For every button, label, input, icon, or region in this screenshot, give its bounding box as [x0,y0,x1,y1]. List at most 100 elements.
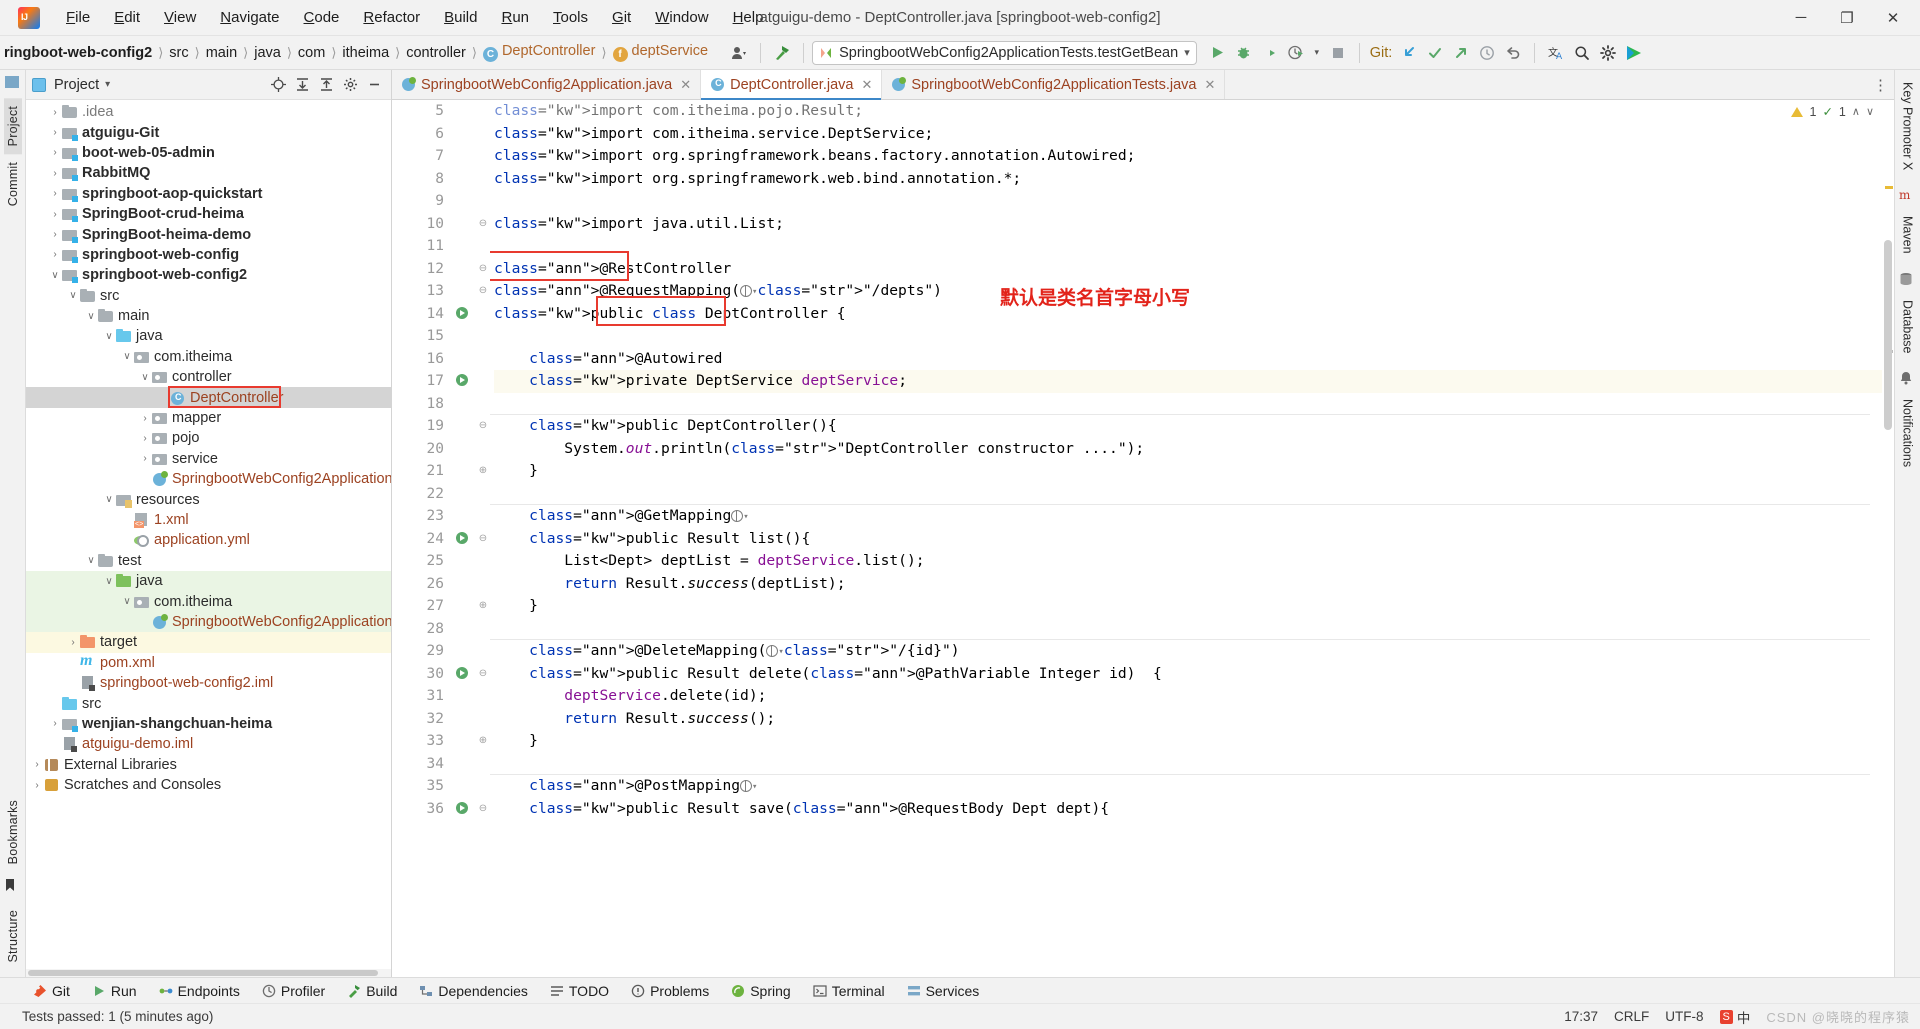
profiler-icon[interactable] [1283,41,1309,65]
breadcrumb-item-field[interactable]: f deptService [609,41,713,64]
tab-dept-controller[interactable]: DeptController.java ✕ [701,70,883,100]
code-line[interactable] [494,235,1882,258]
chevron-up-icon[interactable]: ∧ [1852,105,1860,118]
ime-indicator[interactable]: S 中 [1719,1007,1750,1027]
fold-collapse-icon[interactable]: ⊖ [476,258,490,281]
tree-node[interactable]: ∨ java [26,326,391,346]
sidebar-item-bookmarks[interactable]: Bookmarks [4,792,22,872]
tree-node[interactable]: › atguigu-Git [26,122,391,142]
tree-node[interactable]: ∨ com.itheima [26,591,391,612]
sidebar-item-project[interactable]: Project [3,98,22,155]
run-coverage-icon[interactable] [1257,41,1283,65]
close-icon[interactable]: ✕ [680,77,691,93]
chevron-right-icon[interactable]: › [138,433,152,444]
code-line[interactable] [494,483,1882,506]
code-line[interactable]: class="kw">import org.springframework.we… [494,168,1882,191]
tree-node[interactable]: ∨ com.itheima [26,347,391,367]
tree-node[interactable]: atguigu-demo.iml [26,734,391,754]
chevron-right-icon[interactable]: › [48,249,62,260]
code-line[interactable]: deptService.delete(id); [494,685,1882,708]
sidebar-item-commit[interactable]: Commit [4,154,22,214]
editor-vertical-scrollbar[interactable] [1882,100,1894,977]
chevron-right-icon[interactable]: › [30,780,44,791]
tree-node[interactable]: › RabbitMQ [26,163,391,183]
tree-node[interactable]: › wenjian-shangchuan-heima [26,714,391,734]
tree-node[interactable]: › SpringBoot-heima-demo [26,224,391,244]
tab-springboot-web-config2-application-tests[interactable]: SpringbootWebConfig2ApplicationTests.jav… [882,70,1226,99]
gutter-run-icon[interactable] [450,370,476,393]
sidebar-item-key-promoter[interactable]: Key Promoter X [1899,74,1917,178]
code-line[interactable]: System.out.println(class="str">"DeptCont… [494,438,1882,461]
chevron-right-icon[interactable]: › [138,453,152,464]
tree-node[interactable]: springboot-web-config2.iml [26,673,391,693]
code-line[interactable]: return Result.success(deptList); [494,573,1882,596]
tree-node[interactable]: › service [26,449,391,469]
chevron-right-icon[interactable]: › [138,413,152,424]
avatar-icon[interactable] [726,41,752,65]
chevron-right-icon[interactable]: › [48,147,62,158]
bottom-tool-build[interactable]: Build [336,983,408,999]
line-separator[interactable]: CRLF [1614,1009,1649,1024]
code-line[interactable]: class="kw">public Result delete(class="a… [494,663,1882,686]
menu-git[interactable]: Git [600,4,643,31]
code-line[interactable]: class="kw">import java.util.List; [494,213,1882,236]
code-line[interactable]: class="ann">@DeleteMapping(▾class="str">… [494,640,1882,663]
code-line[interactable]: } [494,460,1882,483]
tree-node[interactable]: › Scratches and Consoles [26,775,391,795]
debug-icon[interactable] [1231,41,1257,65]
git-commit-icon[interactable] [1422,41,1448,65]
chevron-down-icon[interactable]: ∨ [120,351,134,362]
chevron-right-icon[interactable]: › [66,637,80,648]
chevron-down-icon[interactable]: ∨ [48,270,62,281]
maximize-button[interactable]: ❐ [1824,1,1870,35]
breadcrumb[interactable]: ringboot-web-config2 ⟩ src ⟩ main ⟩ java… [0,41,712,64]
code-line[interactable]: } [494,595,1882,618]
chevron-down-icon[interactable]: ∨ [102,331,116,342]
minimize-button[interactable]: ─ [1778,1,1824,35]
breadcrumb-item-class[interactable]: C DeptController [479,41,600,64]
gutter-run-icon[interactable] [450,798,476,821]
code-line[interactable]: class="ann">@GetMapping ▾ [494,505,1882,528]
project-tree[interactable]: › .idea › atguigu-Git › boot-web-05-admin › Rab… [26,100,391,969]
bottom-tool-spring[interactable]: Spring [720,983,801,999]
run-icon[interactable] [1205,41,1231,65]
build-hammer-icon[interactable] [769,41,795,65]
project-settings-icon[interactable] [339,74,361,96]
profiler-dropdown-icon[interactable]: ▾ [1309,41,1325,65]
fold-collapse-icon[interactable]: ⊖ [476,528,490,551]
chevron-down-icon[interactable]: ∨ [84,311,98,322]
menu-edit[interactable]: Edit [102,4,152,31]
breadcrumb-item-itheima[interactable]: itheima [338,43,393,63]
breadcrumb-item-controller[interactable]: controller [402,43,470,63]
tree-node[interactable]: › springboot-web-config [26,245,391,265]
chevron-right-icon[interactable]: › [48,168,62,179]
sidebar-item-structure[interactable]: Structure [4,902,22,971]
tree-node[interactable]: SpringbootWebConfig2Application [26,469,391,489]
warning-stripe[interactable] [1885,186,1893,189]
code-line[interactable]: class="kw">import com.itheima.service.De… [494,123,1882,146]
collapse-all-icon[interactable] [315,74,337,96]
git-rollback-icon[interactable] [1500,41,1526,65]
file-encoding[interactable]: UTF-8 [1665,1009,1703,1024]
tree-node[interactable]: › External Libraries [26,755,391,775]
bottom-tool-profiler[interactable]: Profiler [251,983,336,999]
code-line[interactable] [494,393,1882,416]
git-push-icon[interactable] [1448,41,1474,65]
chevron-down-icon[interactable]: ▾ [1184,46,1190,59]
code-line[interactable]: class="ann">@Autowired [494,348,1882,371]
gutter-marker-column[interactable] [450,100,476,977]
tree-node[interactable]: › .idea [26,102,391,122]
menu-navigate[interactable]: Navigate [208,4,291,31]
breadcrumb-item-java[interactable]: java [250,43,285,63]
code-line[interactable]: class="kw">public Result save(class="ann… [494,798,1882,821]
fold-end-icon[interactable]: ⊕ [476,460,490,483]
menu-code[interactable]: Code [292,4,352,31]
breadcrumb-item-com[interactable]: com [294,43,329,63]
code-line[interactable] [494,753,1882,776]
chevron-down-icon[interactable]: ∨ [138,372,152,383]
bottom-tool-git[interactable]: Git [22,983,81,999]
chevron-right-icon[interactable]: › [48,229,62,240]
git-update-icon[interactable] [1396,41,1422,65]
fold-collapse-icon[interactable]: ⊖ [476,798,490,821]
code-line[interactable]: class="kw">private DeptService deptServi… [494,370,1882,393]
